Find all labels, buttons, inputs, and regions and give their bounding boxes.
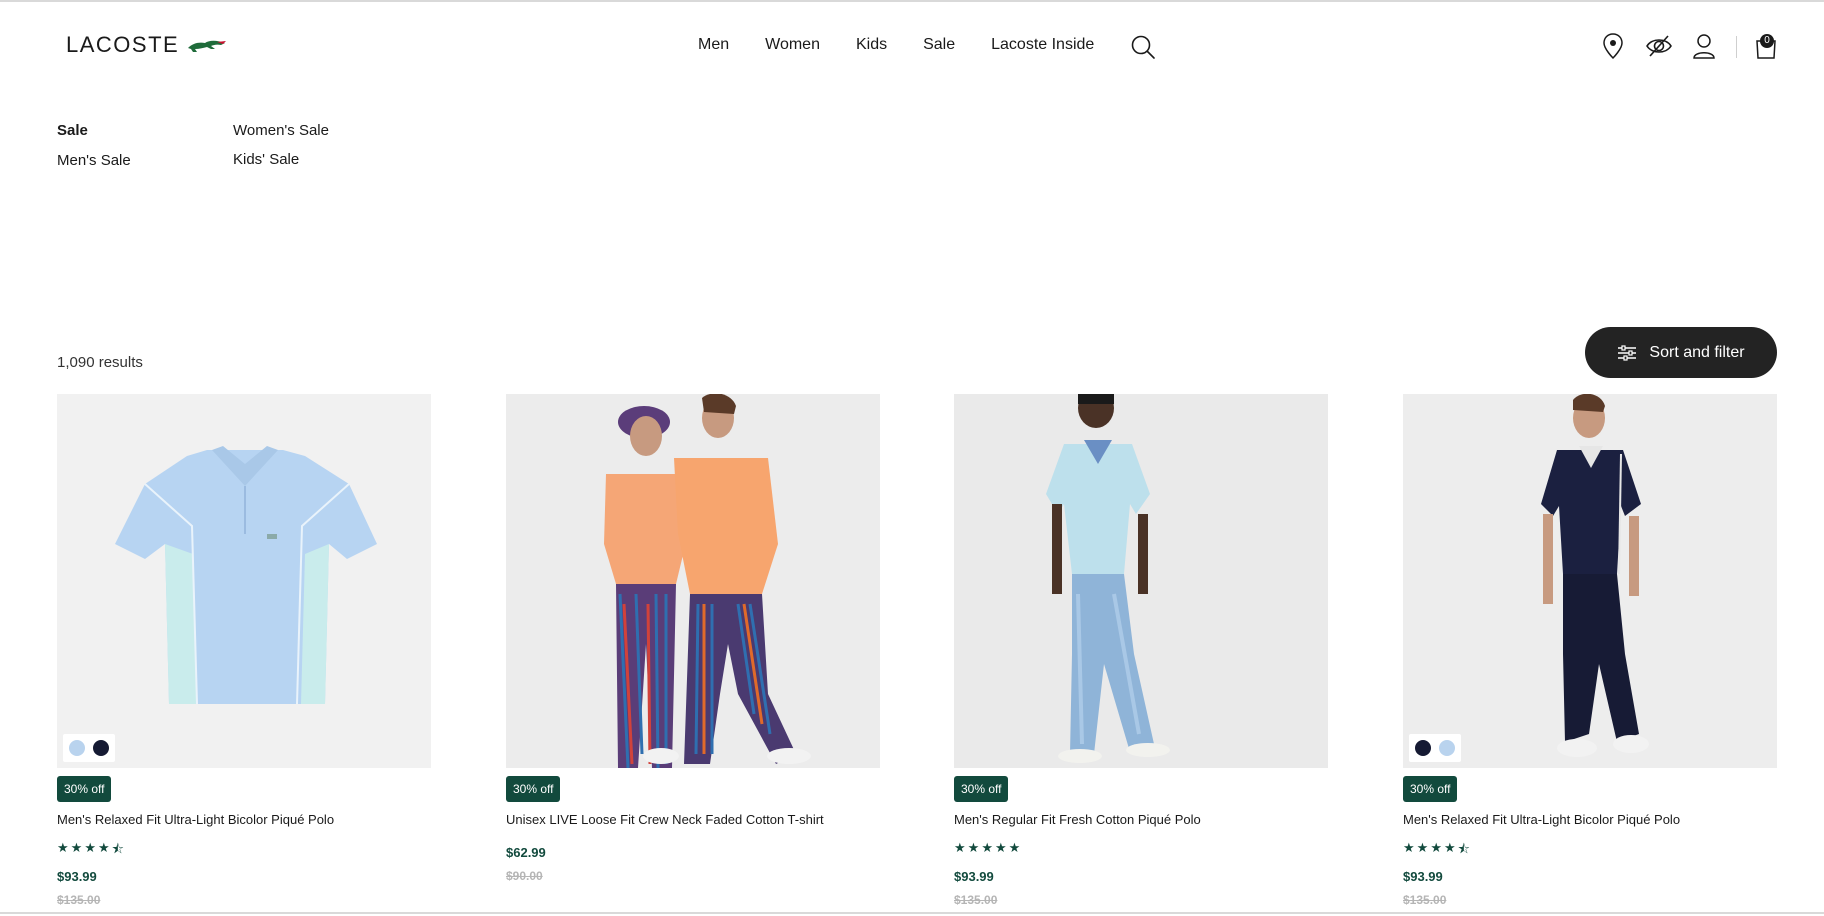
bottom-border xyxy=(0,912,1824,914)
color-swatches xyxy=(1409,734,1461,762)
star-icon: ★ xyxy=(97,840,110,855)
models-photo-image xyxy=(604,394,811,768)
star-icon: ★ xyxy=(1443,840,1456,855)
original-price: $135.00 xyxy=(1403,893,1447,907)
site-header: LACOSTE Men Women Kids Sale Lacoste Insi… xyxy=(0,2,1824,88)
product-name[interactable]: Men's Relaxed Fit Ultra-Light Bicolor Pi… xyxy=(57,812,334,827)
rating-stars: ★ ★ ★ ★ ★ xyxy=(954,840,1020,856)
star-icon: ★ xyxy=(954,840,966,855)
accessibility-icon[interactable] xyxy=(1645,32,1673,60)
discount-badge: 30% off xyxy=(1403,776,1458,802)
original-price: $135.00 xyxy=(954,893,998,907)
star-icon: ★ xyxy=(84,840,96,855)
nav-women[interactable]: Women xyxy=(765,36,820,54)
product-card[interactable]: 30% off Unisex LIVE Loose Fit Crew Neck … xyxy=(506,394,880,883)
product-card[interactable]: 30% off Men's Relaxed Fit Ultra-Light Bi… xyxy=(57,394,431,907)
filter-sliders-icon xyxy=(1618,344,1637,361)
product-name[interactable]: Men's Regular Fit Fresh Cotton Piqué Pol… xyxy=(954,812,1201,827)
star-icon: ★ xyxy=(967,840,980,855)
star-icon: ★ xyxy=(70,840,83,855)
star-icon: ★ xyxy=(1416,840,1429,855)
star-icon: ★ xyxy=(994,840,1007,855)
color-swatch[interactable] xyxy=(1439,740,1455,756)
discount-badge: 30% off xyxy=(506,776,561,802)
nav-men[interactable]: Men xyxy=(698,36,729,54)
color-swatch[interactable] xyxy=(69,740,85,756)
discount-badge: 30% off xyxy=(57,776,112,802)
sale-price: $93.99 xyxy=(57,869,97,884)
nav-kids[interactable]: Kids xyxy=(856,36,887,54)
results-count: 1,090 results xyxy=(57,354,143,371)
original-price: $135.00 xyxy=(57,893,101,907)
product-image[interactable] xyxy=(1403,394,1777,768)
sale-price: $93.99 xyxy=(1403,869,1443,884)
original-price: $90.00 xyxy=(506,869,543,883)
sale-price: $93.99 xyxy=(954,869,994,884)
lacoste-logo[interactable]: LACOSTE xyxy=(66,32,227,58)
sort-and-filter-button[interactable]: Sort and filter xyxy=(1585,327,1777,378)
star-icon: ★ xyxy=(57,840,69,855)
rating-stars: ★ ★ ★ ★ ⯪ xyxy=(57,840,124,862)
main-nav: Men Women Kids Sale Lacoste Inside xyxy=(698,36,1132,54)
product-image[interactable] xyxy=(954,394,1328,768)
product-card[interactable]: 30% off Men's Relaxed Fit Ultra-Light Bi… xyxy=(1403,394,1777,907)
color-swatches xyxy=(63,734,115,762)
half-star-icon: ⯪ xyxy=(1457,841,1470,856)
product-card[interactable]: 30% off Men's Regular Fit Fresh Cotton P… xyxy=(954,394,1328,907)
search-icon[interactable] xyxy=(1130,34,1156,60)
store-locator-icon[interactable] xyxy=(1602,32,1624,60)
subnav-sale[interactable]: Sale xyxy=(57,122,88,139)
logo-text: LACOSTE xyxy=(66,32,180,57)
product-name[interactable]: Men's Relaxed Fit Ultra-Light Bicolor Pi… xyxy=(1403,812,1680,827)
model-photo-image xyxy=(1046,394,1170,763)
nav-lacoste-inside[interactable]: Lacoste Inside xyxy=(991,36,1094,54)
star-icon: ★ xyxy=(1403,840,1415,855)
product-image[interactable] xyxy=(57,394,431,768)
subnav-womens-sale[interactable]: Women's Sale xyxy=(233,122,329,139)
header-divider xyxy=(1736,36,1737,58)
color-swatch[interactable] xyxy=(1415,740,1431,756)
model-photo-image xyxy=(1541,394,1649,757)
nav-sale[interactable]: Sale xyxy=(923,36,955,54)
star-icon: ★ xyxy=(981,840,993,855)
color-swatch[interactable] xyxy=(93,740,109,756)
sale-price: $62.99 xyxy=(506,845,546,860)
sort-and-filter-label: Sort and filter xyxy=(1649,343,1745,361)
rating-stars: ★ ★ ★ ★ ⯪ xyxy=(1403,840,1470,862)
star-icon: ★ xyxy=(1008,840,1021,855)
discount-badge: 30% off xyxy=(954,776,1009,802)
account-icon[interactable] xyxy=(1692,32,1716,60)
cart-count-badge: 0 xyxy=(1760,34,1774,48)
product-image[interactable] xyxy=(506,394,880,768)
product-name[interactable]: Unisex LIVE Loose Fit Crew Neck Faded Co… xyxy=(506,812,824,827)
subnav-mens-sale[interactable]: Men's Sale xyxy=(57,152,131,169)
polo-shirt-image xyxy=(115,446,377,705)
star-icon: ★ xyxy=(1430,840,1442,855)
half-star-icon: ⯪ xyxy=(111,841,124,856)
crocodile-icon xyxy=(188,40,227,52)
subnav-kids-sale[interactable]: Kids' Sale xyxy=(233,151,299,168)
